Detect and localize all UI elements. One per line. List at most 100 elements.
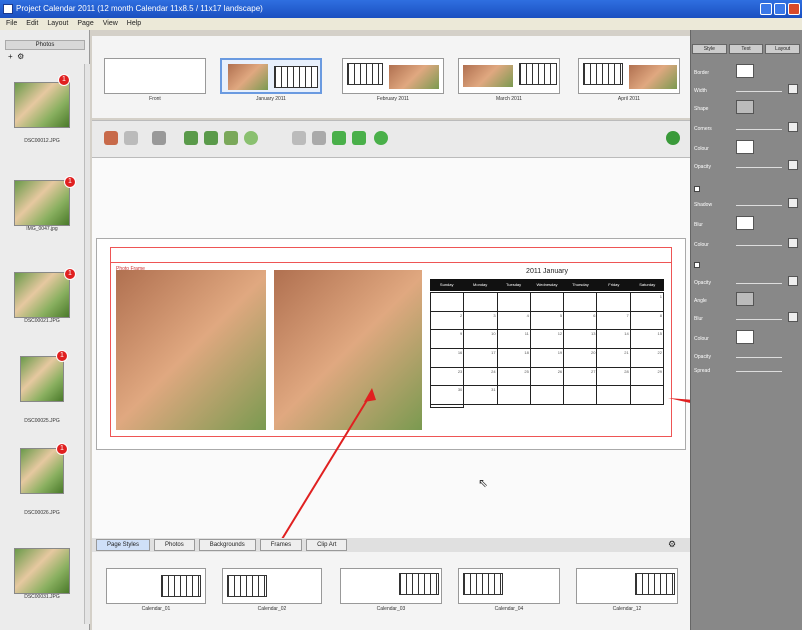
rotate-left-icon[interactable] <box>184 131 198 145</box>
photo-thumbnail[interactable] <box>14 82 70 128</box>
shadow-checkbox[interactable] <box>694 186 700 192</box>
border-color-swatch[interactable] <box>736 64 754 78</box>
tab-photos[interactable]: Photos <box>154 539 195 551</box>
zoom-in-icon[interactable] <box>312 131 326 145</box>
calendar-day-cell: 28 <box>597 367 631 387</box>
photo-thumbnail[interactable] <box>20 448 64 494</box>
blur-swatch[interactable] <box>736 216 754 230</box>
calendar-day-cell <box>464 293 498 312</box>
opacity-slider[interactable] <box>736 162 782 168</box>
property-label: Colour <box>694 146 709 152</box>
tab-clip-art[interactable]: Clip Art <box>306 539 348 551</box>
property-label: Angle <box>694 298 707 304</box>
calendar-day-cell: 6 <box>564 311 598 331</box>
photo-thumbnail[interactable] <box>14 548 70 594</box>
colour-swatch[interactable] <box>736 140 754 154</box>
undo-icon[interactable] <box>104 131 118 145</box>
blur-value[interactable] <box>788 312 798 322</box>
photo-thumbnail[interactable] <box>14 180 70 226</box>
rotate-right-icon[interactable] <box>204 131 218 145</box>
zoom-out-icon[interactable] <box>292 131 306 145</box>
photo-panel-header[interactable]: Photos <box>5 40 85 50</box>
calendar-day-cell: 10 <box>464 330 498 349</box>
photo-thumbnail[interactable] <box>14 272 70 318</box>
page-thumbnail[interactable] <box>578 58 680 94</box>
glow-opacity-slider[interactable] <box>736 278 782 284</box>
corners-slider[interactable] <box>736 124 782 130</box>
minimize-button[interactable] <box>760 3 772 15</box>
calendar-day-cell: 17 <box>464 348 498 368</box>
corners-value[interactable] <box>788 122 798 132</box>
menu-view[interactable]: View <box>103 18 118 30</box>
calendar-day-cell: 23 <box>431 367 465 387</box>
tab-layout[interactable]: Layout <box>765 44 801 54</box>
photo-frame-left[interactable] <box>116 270 266 430</box>
glow-checkbox[interactable] <box>694 262 700 268</box>
glow-spread-slider[interactable] <box>736 352 782 358</box>
glow-colour-swatch[interactable] <box>736 330 754 344</box>
flip-icon[interactable] <box>224 131 238 145</box>
menu-edit[interactable]: Edit <box>26 18 38 30</box>
app-icon <box>3 4 13 14</box>
width-slider[interactable] <box>736 86 782 92</box>
tab-backgrounds[interactable]: Backgrounds <box>198 539 256 551</box>
previous-page-icon[interactable] <box>332 131 346 145</box>
next-page-icon[interactable] <box>352 131 366 145</box>
center-icon[interactable] <box>244 131 258 145</box>
calendar-day-cell: 22 <box>630 348 664 368</box>
weekday-label: Monday <box>473 282 488 287</box>
menu-layout[interactable]: Layout <box>47 18 68 30</box>
property-label: Shape <box>694 106 709 112</box>
angle-selector[interactable] <box>736 292 754 306</box>
close-button[interactable] <box>788 3 800 15</box>
tab-frames[interactable]: Frames <box>259 539 303 551</box>
tab-text[interactable]: Text <box>728 44 764 54</box>
glow-opacity-value[interactable] <box>788 276 798 286</box>
layout-caption: Calendar_02 <box>257 606 287 612</box>
shadow-colour-value[interactable] <box>788 238 798 248</box>
menu-page[interactable]: Page <box>77 18 93 30</box>
shadow-value[interactable] <box>788 198 798 208</box>
page-thumbnail-selected[interactable] <box>220 58 322 94</box>
blur-slider[interactable] <box>736 314 782 320</box>
photo-thumbnail[interactable] <box>20 356 64 402</box>
maximize-button[interactable] <box>774 3 786 15</box>
tab-style[interactable]: Style <box>692 44 727 54</box>
binding-guide-line <box>110 262 672 263</box>
shadow-slider[interactable] <box>736 200 782 206</box>
property-label: Spread <box>694 368 711 374</box>
width-value[interactable] <box>788 84 798 94</box>
add-photo-icon[interactable]: + <box>8 52 13 61</box>
tab-page-styles[interactable]: Page Styles <box>96 539 151 551</box>
delete-icon[interactable] <box>152 131 166 145</box>
calendar-day-cell <box>597 293 631 312</box>
settings-icon[interactable]: ⚙ <box>17 52 24 61</box>
options-gear-icon[interactable]: ⚙ <box>668 539 676 550</box>
editor-toolbar <box>92 120 690 158</box>
photo-frame-right[interactable] <box>274 270 422 430</box>
layout-thumbnail[interactable] <box>106 568 206 604</box>
layout-thumbnail[interactable] <box>340 568 442 604</box>
calendar-day-cell: 9 <box>431 330 465 349</box>
calendar-weekday-header: Sunday Monday Tuesday Wednesday Thursday… <box>430 279 664 291</box>
menu-file[interactable]: File <box>6 18 17 30</box>
menu-help[interactable]: Help <box>127 18 141 30</box>
spread-slider[interactable] <box>736 366 782 372</box>
redo-icon[interactable] <box>124 131 138 145</box>
refresh-icon[interactable] <box>374 131 388 145</box>
layout-thumbnail[interactable] <box>576 568 678 604</box>
calendar-day-cell <box>530 386 565 405</box>
page-thumbnail[interactable] <box>342 58 444 94</box>
shape-selector[interactable] <box>736 100 754 114</box>
property-label: Blur <box>694 316 703 322</box>
page-thumbnail[interactable] <box>104 58 206 94</box>
page-caption: Front <box>149 96 161 102</box>
photo-panel-scrollbar[interactable] <box>84 64 90 624</box>
opacity-value[interactable] <box>788 160 798 170</box>
save-icon[interactable] <box>666 131 680 145</box>
layout-thumbnail[interactable] <box>222 568 322 604</box>
layout-thumbnail[interactable] <box>458 568 560 604</box>
page-thumbnail[interactable] <box>458 58 560 94</box>
shadow-colour-slider[interactable] <box>736 240 782 246</box>
weekday-label: Wednesday <box>536 282 558 287</box>
